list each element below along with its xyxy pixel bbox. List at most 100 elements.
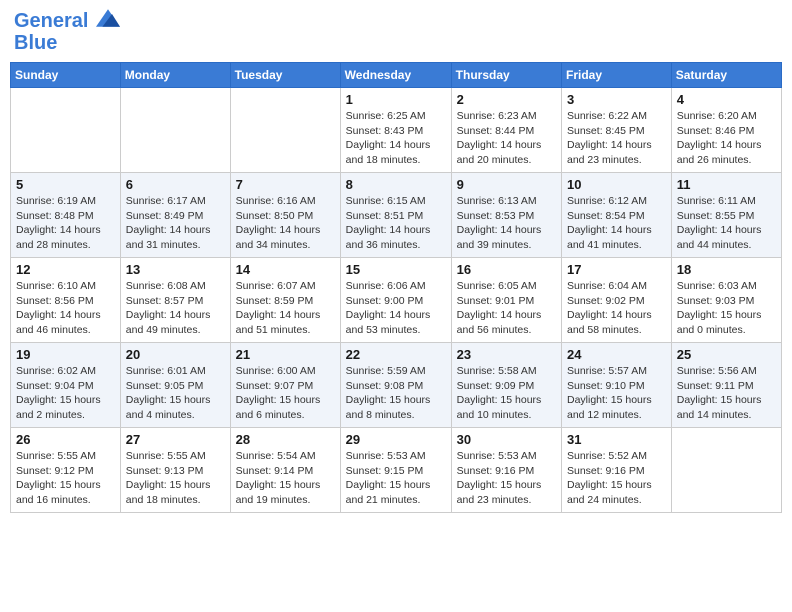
column-header-saturday: Saturday	[671, 63, 781, 88]
day-info: Sunrise: 6:22 AMSunset: 8:45 PMDaylight:…	[567, 109, 666, 168]
day-info: Sunrise: 6:06 AMSunset: 9:00 PMDaylight:…	[346, 279, 446, 338]
page-header: General Blue	[10, 10, 782, 54]
day-info: Sunrise: 6:03 AMSunset: 9:03 PMDaylight:…	[677, 279, 776, 338]
day-info: Sunrise: 6:08 AMSunset: 8:57 PMDaylight:…	[126, 279, 225, 338]
day-number: 31	[567, 432, 666, 447]
calendar-cell	[120, 88, 230, 173]
calendar-cell: 16 Sunrise: 6:05 AMSunset: 9:01 PMDayligh…	[451, 258, 561, 343]
calendar-cell: 15 Sunrise: 6:06 AMSunset: 9:00 PMDayligh…	[340, 258, 451, 343]
day-info: Sunrise: 6:15 AMSunset: 8:51 PMDaylight:…	[346, 194, 446, 253]
logo-text2: Blue	[14, 32, 120, 54]
calendar-cell: 14 Sunrise: 6:07 AMSunset: 8:59 PMDayligh…	[230, 258, 340, 343]
day-info: Sunrise: 6:10 AMSunset: 8:56 PMDaylight:…	[16, 279, 115, 338]
day-info: Sunrise: 6:07 AMSunset: 8:59 PMDaylight:…	[236, 279, 335, 338]
day-info: Sunrise: 6:16 AMSunset: 8:50 PMDaylight:…	[236, 194, 335, 253]
calendar-cell: 29 Sunrise: 5:53 AMSunset: 9:15 PMDayligh…	[340, 428, 451, 513]
day-number: 3	[567, 92, 666, 107]
day-number: 19	[16, 347, 115, 362]
logo-text: General	[14, 10, 120, 32]
day-number: 14	[236, 262, 335, 277]
column-header-wednesday: Wednesday	[340, 63, 451, 88]
calendar-week-3: 12 Sunrise: 6:10 AMSunset: 8:56 PMDayligh…	[11, 258, 782, 343]
calendar-cell: 5 Sunrise: 6:19 AMSunset: 8:48 PMDaylight…	[11, 173, 121, 258]
day-number: 12	[16, 262, 115, 277]
day-number: 15	[346, 262, 446, 277]
day-info: Sunrise: 6:25 AMSunset: 8:43 PMDaylight:…	[346, 109, 446, 168]
calendar-cell: 12 Sunrise: 6:10 AMSunset: 8:56 PMDayligh…	[11, 258, 121, 343]
day-number: 8	[346, 177, 446, 192]
day-info: Sunrise: 5:55 AMSunset: 9:12 PMDaylight:…	[16, 449, 115, 508]
calendar-cell: 4Sunrise: 6:20 AMSunset: 8:46 PMDaylight…	[671, 88, 781, 173]
day-info: Sunrise: 6:19 AMSunset: 8:48 PMDaylight:…	[16, 194, 115, 253]
column-header-sunday: Sunday	[11, 63, 121, 88]
calendar-cell: 31 Sunrise: 5:52 AMSunset: 9:16 PMDayligh…	[562, 428, 672, 513]
day-info: Sunrise: 5:55 AMSunset: 9:13 PMDaylight:…	[126, 449, 225, 508]
day-number: 17	[567, 262, 666, 277]
day-number: 21	[236, 347, 335, 362]
calendar-cell: 7 Sunrise: 6:16 AMSunset: 8:50 PMDaylight…	[230, 173, 340, 258]
calendar-cell: 1Sunrise: 6:25 AMSunset: 8:43 PMDaylight…	[340, 88, 451, 173]
calendar-cell: 21 Sunrise: 6:00 AMSunset: 9:07 PMDayligh…	[230, 343, 340, 428]
day-number: 11	[677, 177, 776, 192]
calendar-week-4: 19 Sunrise: 6:02 AMSunset: 9:04 PMDayligh…	[11, 343, 782, 428]
day-number: 5	[16, 177, 115, 192]
day-number: 16	[457, 262, 556, 277]
day-number: 30	[457, 432, 556, 447]
calendar-cell: 9 Sunrise: 6:13 AMSunset: 8:53 PMDaylight…	[451, 173, 561, 258]
calendar-cell: 20 Sunrise: 6:01 AMSunset: 9:05 PMDayligh…	[120, 343, 230, 428]
day-info: Sunrise: 6:13 AMSunset: 8:53 PMDaylight:…	[457, 194, 556, 253]
calendar-cell: 2 Sunrise: 6:23 AMSunset: 8:44 PMDaylight…	[451, 88, 561, 173]
day-info: Sunrise: 6:02 AMSunset: 9:04 PMDaylight:…	[16, 364, 115, 423]
day-info: Sunrise: 6:05 AMSunset: 9:01 PMDaylight:…	[457, 279, 556, 338]
day-info: Sunrise: 6:11 AMSunset: 8:55 PMDaylight:…	[677, 194, 776, 253]
calendar-cell	[671, 428, 781, 513]
column-header-thursday: Thursday	[451, 63, 561, 88]
day-number: 4	[677, 92, 776, 107]
day-number: 29	[346, 432, 446, 447]
calendar-cell: 23 Sunrise: 5:58 AMSunset: 9:09 PMDayligh…	[451, 343, 561, 428]
calendar-week-2: 5 Sunrise: 6:19 AMSunset: 8:48 PMDaylight…	[11, 173, 782, 258]
day-info: Sunrise: 6:12 AMSunset: 8:54 PMDaylight:…	[567, 194, 666, 253]
day-info: Sunrise: 6:04 AMSunset: 9:02 PMDaylight:…	[567, 279, 666, 338]
day-info: Sunrise: 6:00 AMSunset: 9:07 PMDaylight:…	[236, 364, 335, 423]
calendar-cell: 27 Sunrise: 5:55 AMSunset: 9:13 PMDayligh…	[120, 428, 230, 513]
day-number: 9	[457, 177, 556, 192]
day-number: 24	[567, 347, 666, 362]
column-header-monday: Monday	[120, 63, 230, 88]
day-info: Sunrise: 5:56 AMSunset: 9:11 PMDaylight:…	[677, 364, 776, 423]
day-number: 23	[457, 347, 556, 362]
column-header-tuesday: Tuesday	[230, 63, 340, 88]
day-info: Sunrise: 5:59 AMSunset: 9:08 PMDaylight:…	[346, 364, 446, 423]
day-number: 27	[126, 432, 225, 447]
calendar-body: 1Sunrise: 6:25 AMSunset: 8:43 PMDaylight…	[11, 88, 782, 513]
column-header-friday: Friday	[562, 63, 672, 88]
calendar-cell: 30 Sunrise: 5:53 AMSunset: 9:16 PMDayligh…	[451, 428, 561, 513]
day-info: Sunrise: 6:01 AMSunset: 9:05 PMDaylight:…	[126, 364, 225, 423]
calendar-table: SundayMondayTuesdayWednesdayThursdayFrid…	[10, 62, 782, 513]
calendar-cell: 17 Sunrise: 6:04 AMSunset: 9:02 PMDayligh…	[562, 258, 672, 343]
day-info: Sunrise: 5:57 AMSunset: 9:10 PMDaylight:…	[567, 364, 666, 423]
day-info: Sunrise: 5:52 AMSunset: 9:16 PMDaylight:…	[567, 449, 666, 508]
calendar-cell: 19 Sunrise: 6:02 AMSunset: 9:04 PMDayligh…	[11, 343, 121, 428]
calendar-week-1: 1Sunrise: 6:25 AMSunset: 8:43 PMDaylight…	[11, 88, 782, 173]
day-number: 25	[677, 347, 776, 362]
calendar-cell: 13Sunrise: 6:08 AMSunset: 8:57 PMDayligh…	[120, 258, 230, 343]
day-info: Sunrise: 5:53 AMSunset: 9:15 PMDaylight:…	[346, 449, 446, 508]
calendar-cell	[230, 88, 340, 173]
day-number: 6	[126, 177, 225, 192]
logo: General Blue	[14, 10, 120, 54]
calendar-cell: 25 Sunrise: 5:56 AMSunset: 9:11 PMDayligh…	[671, 343, 781, 428]
day-number: 20	[126, 347, 225, 362]
day-info: Sunrise: 5:58 AMSunset: 9:09 PMDaylight:…	[457, 364, 556, 423]
day-number: 26	[16, 432, 115, 447]
day-info: Sunrise: 5:54 AMSunset: 9:14 PMDaylight:…	[236, 449, 335, 508]
day-number: 2	[457, 92, 556, 107]
calendar-week-5: 26 Sunrise: 5:55 AMSunset: 9:12 PMDayligh…	[11, 428, 782, 513]
day-number: 7	[236, 177, 335, 192]
calendar-cell: 3 Sunrise: 6:22 AMSunset: 8:45 PMDaylight…	[562, 88, 672, 173]
calendar-cell	[11, 88, 121, 173]
day-info: Sunrise: 5:53 AMSunset: 9:16 PMDaylight:…	[457, 449, 556, 508]
day-info: Sunrise: 6:23 AMSunset: 8:44 PMDaylight:…	[457, 109, 556, 168]
day-number: 10	[567, 177, 666, 192]
calendar-cell: 11 Sunrise: 6:11 AMSunset: 8:55 PMDayligh…	[671, 173, 781, 258]
